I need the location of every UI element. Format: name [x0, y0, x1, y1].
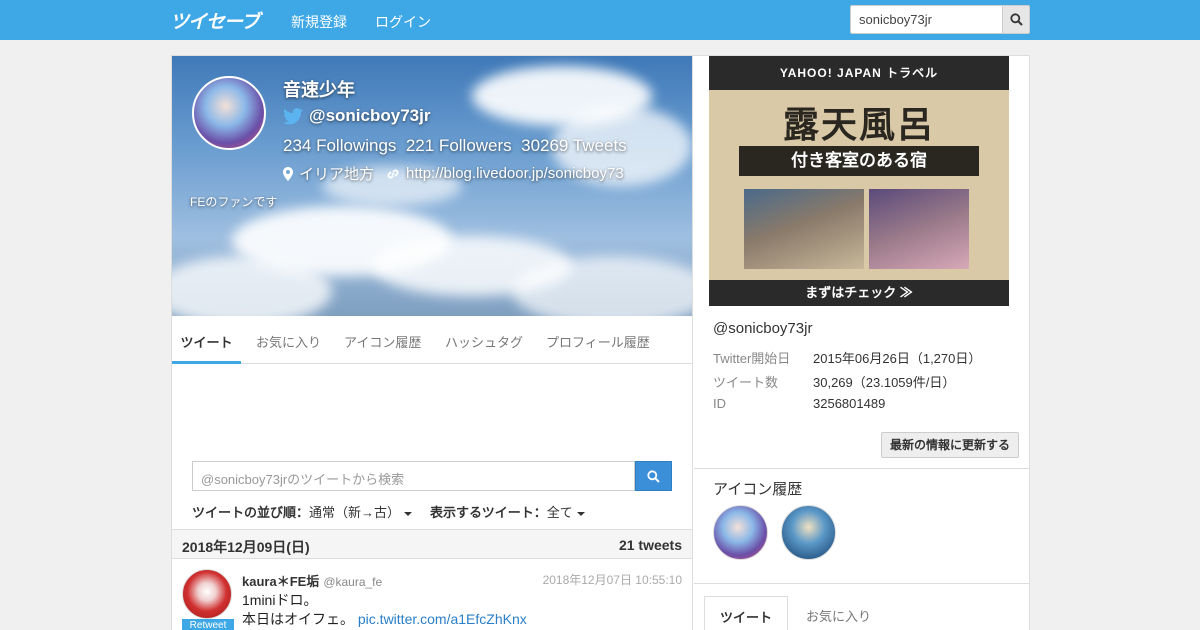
tweet-search-button[interactable] [635, 461, 672, 491]
chevron-down-icon [576, 511, 585, 516]
profile-avatar [192, 76, 266, 150]
tweet-filter-value: 全て [546, 505, 573, 520]
ad-cta: まずはチェック ≫ [709, 280, 1009, 306]
advertisement[interactable]: YAHOO! JAPAN トラベル 露天風呂 付き客室のある宿 まずはチェック … [709, 56, 1009, 306]
refresh-info-button[interactable]: 最新の情報に更新する [881, 432, 1019, 458]
profile-url[interactable]: http://blog.livedoor.jp/sonicboy73 [406, 165, 624, 182]
search-input[interactable]: sonicboy73jr [850, 5, 1002, 34]
sort-order-dropdown[interactable]: ツイートの並び順：通常（新→古） [192, 502, 413, 521]
sidebar: YAHOO! JAPAN トラベル 露天風呂 付き客室のある宿 まずはチェック … [694, 56, 1030, 630]
divider [694, 583, 1030, 584]
sort-order-label: ツイートの並び順： [192, 505, 310, 520]
tweet-media-link[interactable]: pic.twitter.com/a1EfcZhKnx [358, 611, 527, 627]
tab-tweets[interactable]: ツイート [172, 318, 241, 364]
profile-meta-row: イリア地方 http://blog.livedoor.jp/sonicboy73 [283, 163, 624, 184]
sort-order-value: 通常（新→古） [309, 505, 401, 520]
tweet-filter-label: 表示するツイート： [430, 505, 547, 520]
site-logo[interactable]: ツイセーブ [170, 7, 260, 34]
top-nav: ツイセーブ 新規登録 ログイン sonicboy73jr [0, 0, 1200, 40]
icon-history-avatar[interactable] [781, 505, 836, 560]
main-card: 音速少年 @sonicboy73jr 234 Followings 221 Fo… [171, 55, 1030, 630]
ad-subtitle: 付き客室のある宿 [739, 146, 979, 176]
chevron-down-icon [404, 511, 413, 516]
tweet-author-name: kaura＊FE垢 [242, 574, 320, 589]
sidebar-tab-tweets[interactable]: ツイート [704, 596, 788, 630]
sidebar-tabs: ツイート お気に入り [694, 594, 1030, 630]
sidebar-tab-favorites[interactable]: お気に入り [806, 596, 871, 630]
profile-bio: FEのファンです [190, 195, 278, 209]
search-button[interactable] [1002, 5, 1030, 34]
tweet-text-line: 1miniドロ。 [242, 592, 318, 608]
login-link[interactable]: ログイン [375, 12, 431, 32]
profile-stats: 234 Followings 221 Followers 30269 Tweet… [283, 136, 627, 155]
twitter-bird-icon [283, 107, 303, 124]
ad-brand: YAHOO! JAPAN トラベル [709, 56, 1009, 90]
info-key: Twitter開始日 [713, 351, 791, 366]
tweet-author[interactable]: kaura＊FE垢 @kaura_fe [242, 571, 382, 590]
sidebar-handle: @sonicboy73jr [713, 320, 813, 337]
tweet-text-line: 本日はオイフェ。 [242, 611, 354, 627]
search-icon [1009, 13, 1023, 26]
ad-photo [869, 189, 969, 269]
profile-location: イリア地方 [299, 166, 375, 183]
tweet-search-input[interactable]: @sonicboy73jrのツイートから検索 [192, 461, 635, 491]
retweet-badge: Retweet [182, 619, 234, 630]
tweet-avatar[interactable] [182, 569, 232, 619]
profile-handle-row[interactable]: @sonicboy73jr [283, 106, 430, 126]
tab-icon-history[interactable]: アイコン履歴 [344, 318, 421, 364]
info-key: ツイート数 [713, 375, 779, 390]
tweet-author-handle: @kaura_fe [323, 575, 383, 589]
icon-history-title: アイコン履歴 [713, 481, 803, 498]
info-value: 3256801489 [813, 396, 886, 411]
date-header-date: 2018年12月09日(日) [182, 539, 310, 555]
location-pin-icon [283, 166, 293, 181]
info-value: 2015年06月26日（1,270日） [813, 351, 982, 366]
profile-tabs: ツイート お気に入り アイコン履歴 ハッシュタグ プロフィール履歴 [172, 318, 692, 364]
info-value: 30,269（23.1059件/日） [813, 375, 956, 390]
tweet-filter-dropdown[interactable]: 表示するツイート：全て [430, 502, 585, 521]
tweet-timestamp[interactable]: 2018年12月07日 10:55:10 [543, 571, 682, 588]
divider [694, 468, 1030, 469]
tab-hashtags[interactable]: ハッシュタグ [445, 318, 523, 364]
info-key: ID [713, 396, 726, 411]
profile-handle: @sonicboy73jr [309, 106, 431, 125]
profile-name: 音速少年 [283, 80, 355, 100]
date-header-count: 21 tweets [618, 537, 682, 553]
tweet-text: 1miniドロ。 本日はオイフェ。 pic.twitter.com/a1EfcZ… [242, 591, 527, 629]
search-icon [647, 469, 660, 483]
tab-profile-history[interactable]: プロフィール履歴 [546, 318, 650, 364]
date-header: 2018年12月09日(日) 21 tweets [172, 529, 692, 559]
ad-title: 露天風呂 [782, 104, 935, 146]
tab-favorites[interactable]: お気に入り [256, 318, 321, 364]
profile-banner: 音速少年 @sonicboy73jr 234 Followings 221 Fo… [172, 56, 692, 316]
profile-column: 音速少年 @sonicboy73jr 234 Followings 221 Fo… [172, 56, 693, 630]
icon-history-avatar[interactable] [713, 505, 768, 560]
link-icon [387, 169, 399, 178]
signup-link[interactable]: 新規登録 [291, 12, 347, 32]
ad-photo [744, 189, 864, 269]
